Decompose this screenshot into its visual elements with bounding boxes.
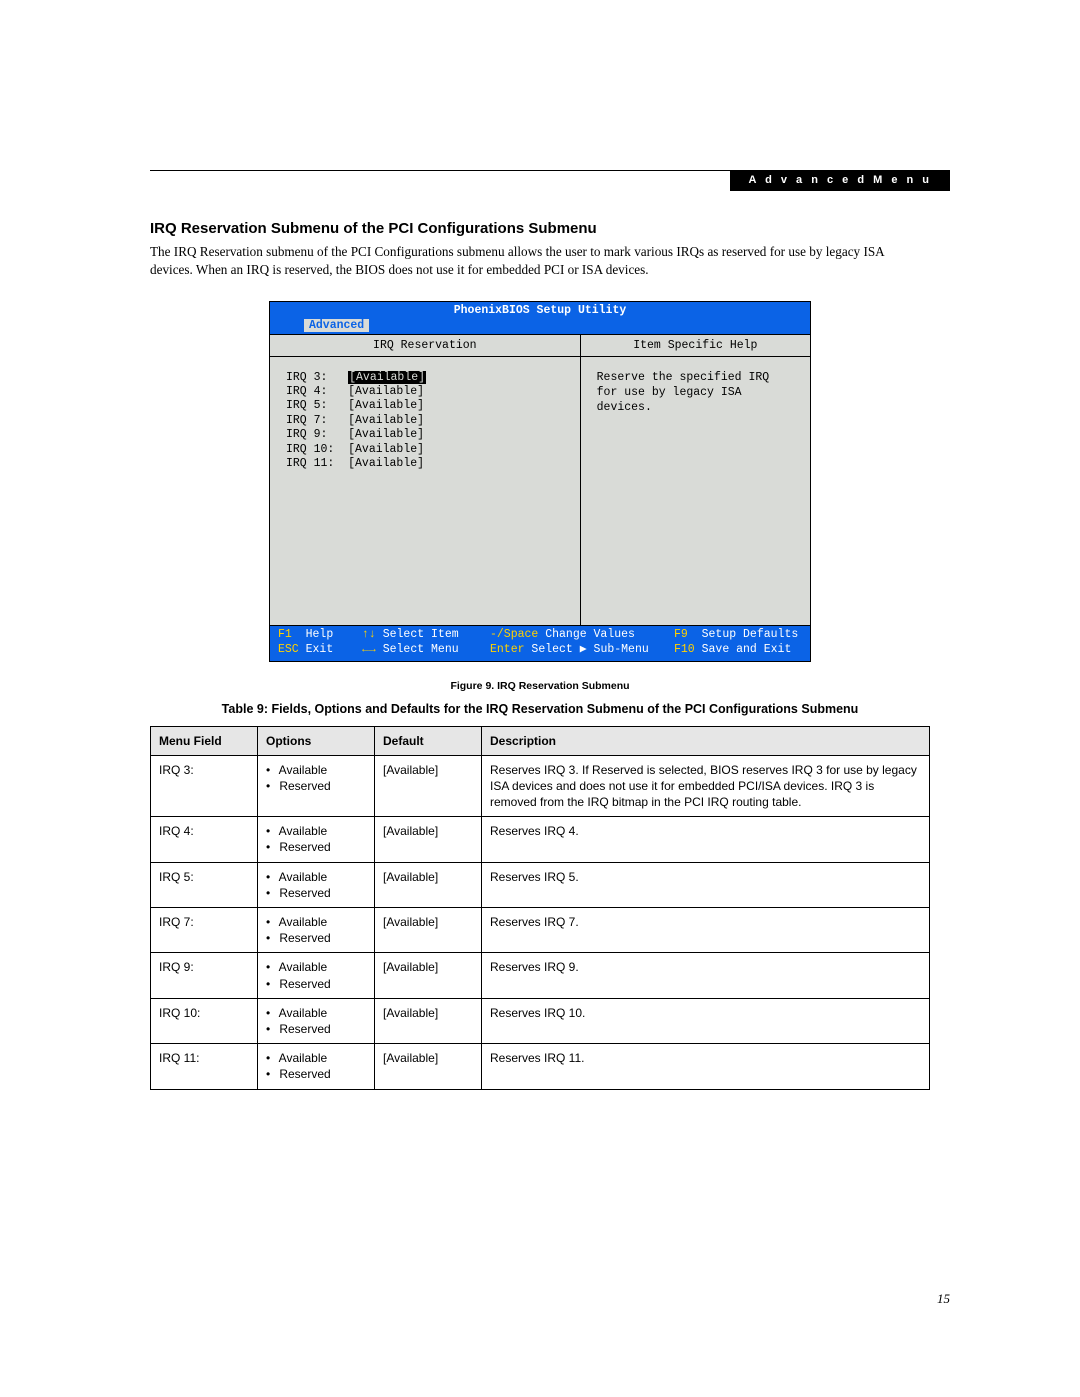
table-row: IRQ 3:• Available• Reserved[Available]Re… <box>151 755 930 817</box>
figure-caption: Figure 9. IRQ Reservation Submenu <box>150 680 930 692</box>
bios-key-space: -/Space <box>490 628 538 641</box>
bios-row: IRQ 5: [Available] <box>286 399 564 413</box>
table-header-row: Menu Field Options Default Description <box>151 726 930 755</box>
bios-footer: F1 Help ↑↓ Select Item -/Space Change Va… <box>270 626 810 661</box>
cell-menu-field: IRQ 10: <box>151 998 258 1043</box>
cell-default: [Available] <box>375 862 482 907</box>
cell-description: Reserves IRQ 7. <box>482 908 930 953</box>
bios-footer-row-2: ESC Exit ←→ Select Menu Enter Select ▶ S… <box>278 643 802 658</box>
bios-key-f9: F9 <box>674 628 688 641</box>
bios-key-f1: F1 <box>278 628 292 641</box>
bios-key-updown-label: Select Item <box>383 628 459 641</box>
cell-description: Reserves IRQ 3. If Reserved is selected,… <box>482 755 930 817</box>
th-default: Default <box>375 726 482 755</box>
cell-description: Reserves IRQ 4. <box>482 817 930 862</box>
cell-default: [Available] <box>375 953 482 998</box>
cell-options: • Available• Reserved <box>258 908 375 953</box>
bios-key-f9-label: Setup Defaults <box>702 628 799 641</box>
table-row: IRQ 5:• Available• Reserved[Available]Re… <box>151 862 930 907</box>
bios-row: IRQ 4: [Available] <box>286 385 564 399</box>
bios-left-pane: IRQ Reservation IRQ 3: [Available]IRQ 4:… <box>270 335 581 625</box>
cell-options: • Available• Reserved <box>258 1044 375 1089</box>
cell-description: Reserves IRQ 9. <box>482 953 930 998</box>
bios-body: IRQ 3: [Available]IRQ 4: [Available]IRQ … <box>270 357 580 625</box>
bios-rows: IRQ 3: [Available]IRQ 4: [Available]IRQ … <box>286 371 564 472</box>
bios-row: IRQ 10: [Available] <box>286 443 564 457</box>
bios-key-leftright-label: Select Menu <box>383 643 459 656</box>
bios-key-f10-label: Save and Exit <box>702 643 792 656</box>
cell-default: [Available] <box>375 998 482 1043</box>
bios-title: PhoenixBIOS Setup Utility <box>270 302 810 319</box>
content: IRQ Reservation Submenu of the PCI Confi… <box>150 220 930 1090</box>
cell-default: [Available] <box>375 817 482 862</box>
table-row: IRQ 11:• Available• Reserved[Available]R… <box>151 1044 930 1089</box>
bios-menubar: Advanced <box>270 319 810 334</box>
cell-menu-field: IRQ 4: <box>151 817 258 862</box>
bios-row: IRQ 11: [Available] <box>286 457 564 471</box>
cell-default: [Available] <box>375 755 482 817</box>
bios-key-updown: ↑↓ <box>362 628 376 641</box>
cell-description: Reserves IRQ 11. <box>482 1044 930 1089</box>
bios-key-enter: Enter <box>490 643 525 656</box>
bios-key-esc-label: Exit <box>306 643 334 656</box>
bios-key-enter-label: Select ▶ Sub-Menu <box>531 643 648 656</box>
cell-menu-field: IRQ 7: <box>151 908 258 953</box>
bios-footer-row-1: F1 Help ↑↓ Select Item -/Space Change Va… <box>278 628 802 643</box>
section-title: IRQ Reservation Submenu of the PCI Confi… <box>150 220 930 237</box>
bios-left-header: IRQ Reservation <box>270 335 580 357</box>
cell-options: • Available• Reserved <box>258 862 375 907</box>
table-row: IRQ 7:• Available• Reserved[Available]Re… <box>151 908 930 953</box>
section-paragraph: The IRQ Reservation submenu of the PCI C… <box>150 243 930 279</box>
cell-default: [Available] <box>375 908 482 953</box>
th-options: Options <box>258 726 375 755</box>
page: A d v a n c e d M e n u IRQ Reservation … <box>0 0 1080 1397</box>
header-chapter-tag: A d v a n c e d M e n u <box>730 170 950 191</box>
cell-options: • Available• Reserved <box>258 755 375 817</box>
page-number: 15 <box>937 1291 950 1307</box>
bios-row: IRQ 3: [Available] <box>286 371 564 385</box>
table-caption: Table 9: Fields, Options and Defaults fo… <box>150 702 930 716</box>
cell-options: • Available• Reserved <box>258 953 375 998</box>
bios-right-header: Item Specific Help <box>581 335 810 357</box>
bios-key-leftright: ←→ <box>362 643 376 656</box>
bios-key-esc: ESC <box>278 643 299 656</box>
cell-menu-field: IRQ 11: <box>151 1044 258 1089</box>
options-table: Menu Field Options Default Description I… <box>150 726 930 1090</box>
bios-key-f1-label: Help <box>306 628 334 641</box>
bios-key-f10: F10 <box>674 643 695 656</box>
cell-menu-field: IRQ 5: <box>151 862 258 907</box>
cell-options: • Available• Reserved <box>258 817 375 862</box>
table-row: IRQ 4:• Available• Reserved[Available]Re… <box>151 817 930 862</box>
bios-mid: IRQ Reservation IRQ 3: [Available]IRQ 4:… <box>270 335 810 626</box>
table-row: IRQ 9:• Available• Reserved[Available]Re… <box>151 953 930 998</box>
bios-right-pane: Item Specific Help Reserve the specified… <box>581 335 810 625</box>
bios-row: IRQ 7: [Available] <box>286 414 564 428</box>
table-row: IRQ 10:• Available• Reserved[Available]R… <box>151 998 930 1043</box>
th-menu-field: Menu Field <box>151 726 258 755</box>
bios-row: IRQ 9: [Available] <box>286 428 564 442</box>
cell-description: Reserves IRQ 5. <box>482 862 930 907</box>
bios-menubar-active: Advanced <box>304 319 369 332</box>
bios-help-text: Reserve the specified IRQ for use by leg… <box>581 357 810 430</box>
bios-screen: PhoenixBIOS Setup Utility Advanced IRQ R… <box>269 301 811 662</box>
cell-menu-field: IRQ 3: <box>151 755 258 817</box>
cell-description: Reserves IRQ 10. <box>482 998 930 1043</box>
bios-key-space-label: Change Values <box>545 628 635 641</box>
cell-options: • Available• Reserved <box>258 998 375 1043</box>
bios-top-bar: PhoenixBIOS Setup Utility Advanced <box>270 302 810 335</box>
cell-menu-field: IRQ 9: <box>151 953 258 998</box>
cell-default: [Available] <box>375 1044 482 1089</box>
th-description: Description <box>482 726 930 755</box>
